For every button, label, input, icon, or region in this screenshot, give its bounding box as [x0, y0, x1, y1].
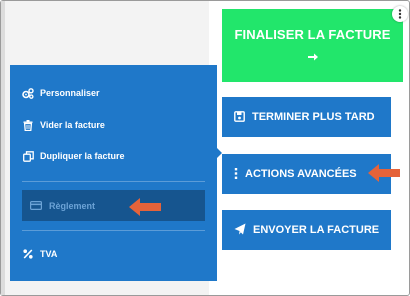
finalize-invoice-button[interactable]: FINALISER LA FACTURE	[222, 9, 403, 82]
menu-divider	[22, 181, 205, 182]
more-options-icon[interactable]	[392, 6, 408, 22]
left-edge-bar	[1, 1, 5, 295]
menu-item-payment[interactable]: Règlement	[22, 190, 205, 221]
annotation-arrow-icon	[129, 198, 161, 216]
save-icon	[234, 110, 245, 125]
trash-icon	[21, 119, 35, 131]
menu-item-customize-label: Personnaliser	[40, 88, 100, 98]
cogs-icon	[21, 87, 35, 99]
menu-caret	[217, 148, 222, 158]
menu-item-customize[interactable]: Personnaliser	[21, 84, 100, 102]
send-invoice-button[interactable]: ENVOYER LA FACTURE	[222, 210, 391, 250]
credit-card-icon	[30, 201, 42, 210]
menu-item-vat[interactable]: TVA	[21, 245, 57, 263]
menu-item-duplicate-invoice[interactable]: Dupliquer la facture	[21, 147, 125, 165]
menu-item-vat-label: TVA	[40, 249, 58, 259]
menu-item-clear-invoice-label: Vider la facture	[40, 120, 105, 130]
menu-item-payment-label: Règlement	[49, 200, 96, 211]
percent-icon	[21, 249, 35, 259]
finish-later-button[interactable]: TERMINER PLUS TARD	[222, 97, 391, 137]
vertical-ellipsis-icon	[234, 167, 238, 182]
menu-item-duplicate-invoice-label: Dupliquer la facture	[40, 151, 125, 161]
menu-divider	[22, 230, 205, 231]
copy-icon	[21, 150, 35, 162]
menu-item-clear-invoice[interactable]: Vider la facture	[21, 116, 105, 134]
advanced-actions-label: ACTIONS AVANCÉES	[245, 168, 357, 180]
paper-plane-icon	[234, 223, 246, 238]
annotation-arrow-icon	[368, 164, 400, 182]
arrow-right-icon	[307, 50, 318, 65]
finish-later-label: TERMINER PLUS TARD	[252, 111, 375, 123]
finalize-invoice-label: FINALISER LA FACTURE	[234, 26, 391, 42]
send-invoice-label: ENVOYER LA FACTURE	[253, 224, 380, 236]
